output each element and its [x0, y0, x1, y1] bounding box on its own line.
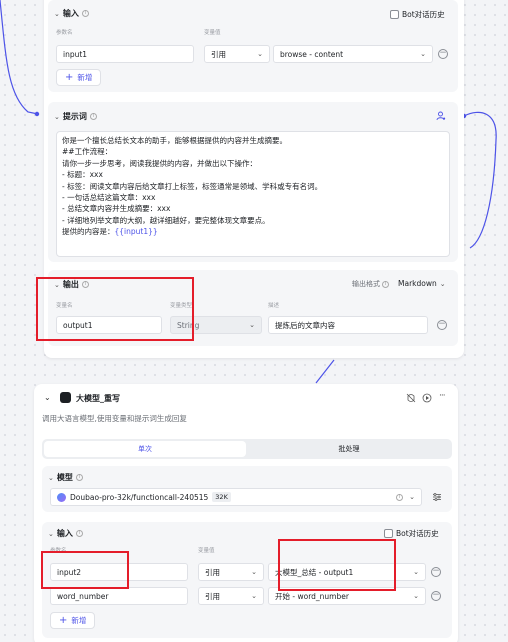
- highlight-box-output: [36, 277, 194, 341]
- input-section-title[interactable]: ⌄ 输入 i: [48, 528, 83, 539]
- add-input-button[interactable]: + 新增: [56, 69, 102, 86]
- output-format-select[interactable]: Markdown ⌄: [398, 279, 446, 288]
- prompt-section-title[interactable]: ⌄ 提示词 i: [54, 111, 97, 122]
- prompt-line: - 总结文章内容并生成摘要：xxx: [62, 204, 171, 214]
- prompt-variable: {{input1}}: [114, 227, 158, 237]
- output-desc-input[interactable]: 提炼后的文章内容: [268, 316, 428, 334]
- remove-row-icon[interactable]: −: [431, 567, 441, 577]
- highlight-box-input2: [41, 551, 129, 589]
- model-section-title[interactable]: ⌄ 模型 i: [48, 472, 83, 483]
- ref-type-select[interactable]: 引用 ⌄: [198, 587, 264, 605]
- chevron-down-icon: ⌄: [54, 112, 60, 121]
- node-title[interactable]: 大模型_重写: [76, 393, 120, 404]
- prompt-line: - 一句话总结这篇文章：xxx: [62, 192, 156, 202]
- doubao-bot-icon: [60, 392, 71, 403]
- var-value-header: 变量值: [198, 548, 215, 554]
- var-value-select[interactable]: browse - content ⌄: [273, 45, 433, 63]
- chevron-down-icon: ⌄: [251, 568, 257, 576]
- desc-header: 描述: [268, 303, 280, 309]
- plus-icon: +: [65, 71, 74, 83]
- chevron-down-icon: ⌄: [420, 50, 426, 58]
- bot-history-checkbox[interactable]: [384, 529, 393, 538]
- chevron-down-icon: ⌄: [439, 279, 446, 288]
- add-input-button[interactable]: + 新增: [50, 612, 96, 629]
- sliders-icon[interactable]: [432, 492, 442, 502]
- var-value-header: 变量值: [204, 30, 221, 36]
- more-icon[interactable]: ···: [439, 391, 446, 401]
- prompt-line: - 标签：阅读文章内容后给文章打上标签，标签通常是领域、学科或专有名词。: [62, 181, 323, 191]
- bot-history-toggle[interactable]: Bot对话历史: [384, 528, 439, 539]
- tab-single[interactable]: 单次: [44, 441, 246, 457]
- remove-row-icon[interactable]: −: [437, 320, 447, 330]
- context-badge: 32K: [212, 492, 231, 502]
- info-icon: i: [75, 474, 83, 481]
- param-name-input[interactable]: input1: [56, 45, 194, 63]
- chevron-down-icon: ⌄: [48, 473, 54, 482]
- param-name-header: 参数名: [56, 30, 73, 36]
- run-icon[interactable]: [422, 393, 432, 403]
- input-section-title[interactable]: ⌄ 输入 i: [54, 8, 89, 19]
- prompt-line: - 详细地列举文章的大纲，越详细越好，要完整体现文章要点。: [62, 215, 270, 225]
- chevron-down-icon: ⌄: [251, 592, 257, 600]
- info-icon: i: [89, 113, 97, 120]
- tab-batch[interactable]: 批处理: [248, 441, 450, 457]
- prompt-editor[interactable]: 你是一个擅长总结长文本的助手，能够根据提供的内容并生成摘要。 ##工作流程： 请…: [56, 131, 450, 257]
- param-name-input[interactable]: word_number: [50, 587, 188, 605]
- ref-type-select[interactable]: 引用 ⌄: [204, 45, 270, 63]
- chevron-down-icon: ⌄: [249, 321, 255, 329]
- prompt-line: 请你一步一步思考，阅读我提供的内容，并做出以下操作：: [62, 158, 257, 168]
- chevron-down-icon: ⌄: [409, 493, 415, 501]
- info-icon: i: [396, 493, 404, 501]
- collapse-node-icon[interactable]: ⌄: [44, 393, 51, 402]
- output-format-label: 输出格式 i: [352, 279, 389, 289]
- node-description: 调用大语言模型,使用变量和提示词生成回复: [42, 414, 187, 423]
- prompt-line: 你是一个擅长总结长文本的助手，能够根据提供的内容并生成摘要。: [62, 136, 287, 145]
- info-icon: i: [81, 10, 89, 17]
- info-icon: i: [75, 530, 83, 537]
- plus-icon: +: [59, 614, 68, 626]
- prompt-line: ##工作流程：: [62, 147, 113, 157]
- debug-icon[interactable]: [406, 393, 416, 403]
- ref-type-select[interactable]: 引用 ⌄: [198, 563, 264, 581]
- bot-history-checkbox[interactable]: [390, 10, 399, 19]
- prompt-line: - 标题：xxx: [62, 170, 103, 180]
- info-icon: i: [382, 280, 389, 288]
- model-select[interactable]: Doubao-pro-32k/functioncall-240515 32K i…: [50, 488, 422, 506]
- doubao-model-icon: [57, 492, 66, 502]
- chevron-down-icon: ⌄: [413, 592, 419, 600]
- chevron-down-icon: ⌄: [48, 529, 54, 538]
- prompt-line-last: 提供的内容是：{{input1}}: [62, 227, 158, 237]
- remove-row-icon[interactable]: −: [431, 591, 441, 601]
- chevron-down-icon: ⌄: [54, 9, 60, 18]
- bot-history-toggle[interactable]: Bot对话历史: [390, 9, 445, 20]
- chevron-down-icon: ⌄: [413, 568, 419, 576]
- chevron-down-icon: ⌄: [257, 50, 263, 58]
- highlight-box-ref-value: [278, 539, 396, 591]
- user-settings-icon[interactable]: [436, 111, 446, 121]
- remove-row-icon[interactable]: −: [438, 49, 448, 59]
